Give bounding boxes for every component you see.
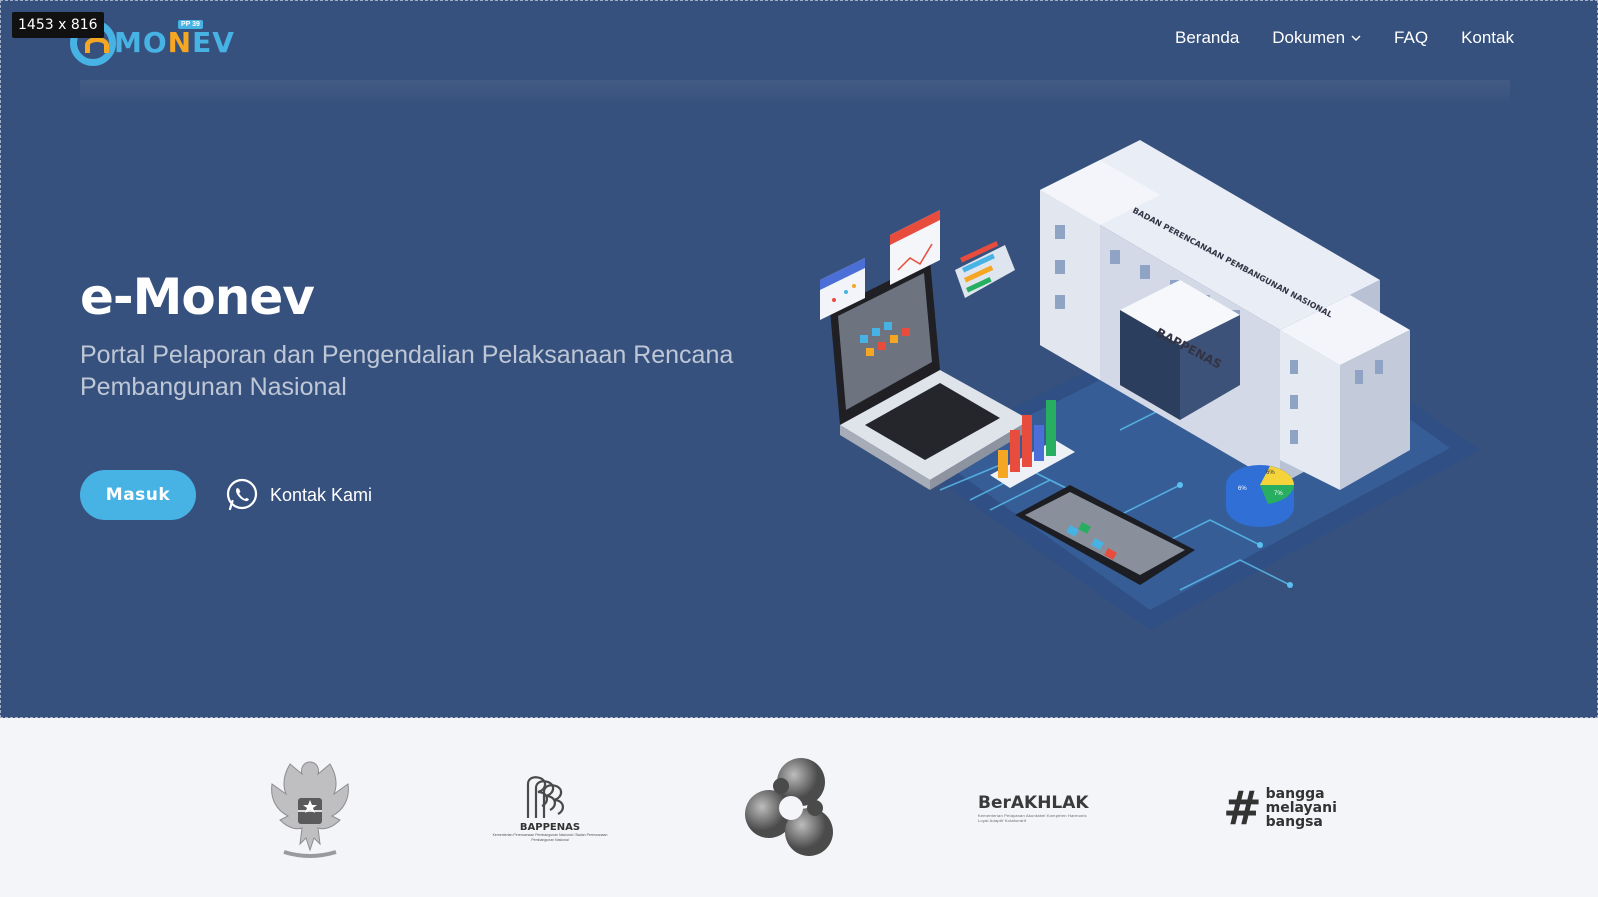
kontak-kami-label: Kontak Kami (270, 484, 373, 505)
main-navigation: Beranda Dokumen FAQ Kontak (1175, 28, 1514, 48)
masuk-button[interactable]: Masuk (80, 470, 196, 520)
nav-item-label: Kontak (1461, 28, 1514, 47)
nav-item-kontak[interactable]: Kontak (1461, 28, 1514, 48)
bangga-word-1: bangga (1265, 786, 1325, 802)
floating-card-bar-chart-illustration (955, 241, 1015, 298)
hero-illustration: BADAN PERENCANAAN PEMBANGUNAN NASIONAL B… (820, 140, 1480, 630)
3d-pie-chart-illustration: 6% 6% 7% (1226, 465, 1294, 527)
logo-wordmark: MONEV (114, 26, 235, 59)
bangga-melayani-bangsa-logo: # bangga melayani bangsa (1220, 748, 1340, 868)
bangga-words: bangga melayani bangsa (1266, 787, 1337, 829)
circles-logo (736, 748, 846, 868)
bangga-word-2: melayani (1265, 800, 1337, 816)
logo-tag: PP 39 (178, 20, 203, 29)
kontak-kami-button[interactable]: Kontak Kami (224, 477, 372, 513)
hero-title: e-Monev (80, 268, 315, 326)
logo-wordmark-mo: MO (114, 26, 168, 59)
hashtag-icon: # (1223, 781, 1262, 835)
berakhlak-content: BerAKHLAK Kementerian Pelayanan Akuntabe… (978, 793, 1098, 823)
whatsapp-icon (226, 478, 258, 511)
bappenas-name: BAPPENAS (519, 821, 581, 833)
dimension-badge: 1453 x 816 (12, 12, 104, 38)
navbar-shadow (80, 80, 1510, 104)
bangga-content: # bangga melayani bangsa (1223, 785, 1337, 831)
pie-label-1: 6% (1266, 470, 1275, 476)
pie-label-2: 6% (1238, 486, 1247, 492)
hero-section: 1453 x 816 MONEV PP 39 Beranda Dokumen F… (0, 0, 1598, 718)
logo-wordmark-n: N (167, 26, 193, 59)
bappenas-emblem-icon (526, 775, 564, 818)
nav-item-label: FAQ (1394, 28, 1429, 47)
nav-item-label: Beranda (1175, 28, 1240, 47)
garuda-pancasila-logo (250, 748, 370, 868)
nav-item-dokumen[interactable]: Dokumen (1272, 28, 1361, 48)
interlocking-circles-icon (745, 758, 833, 856)
logo-wordmark-ev: EV (192, 26, 235, 59)
nav-item-faq[interactable]: FAQ (1394, 28, 1428, 48)
navbar: MONEV PP 39 Beranda Dokumen FAQ Kontak (0, 0, 1598, 82)
nav-item-beranda[interactable]: Beranda (1175, 28, 1239, 48)
berakhlak-logo: BerAKHLAK Kementerian Pelayanan Akuntabe… (978, 748, 1098, 868)
partner-logos-section: BAPPENAS Kementerian Perencanaan Pembang… (0, 718, 1598, 897)
page: 1453 x 816 MONEV PP 39 Beranda Dokumen F… (0, 0, 1598, 897)
pie-label-3: 7% (1274, 491, 1283, 497)
berakhlak-subtitle: Kementerian Pelayanan Akuntabel Kompeten… (978, 813, 1087, 823)
bappenas-logo-content: BAPPENAS Kementerian Perencanaan Pembang… (490, 774, 610, 843)
hero-subtitle: Portal Pelaporan dan Pengendalian Pelaks… (80, 341, 734, 401)
bappenas-subtext: Kementerian Perencanaan Pembangunan Nasi… (492, 832, 608, 842)
nav-item-label: Dokumen (1272, 28, 1346, 47)
berakhlak-title: BerAKHLAK (978, 793, 1089, 813)
garuda-icon (271, 761, 349, 858)
bangga-word-3: bangsa (1265, 814, 1323, 830)
bappenas-logo: BAPPENAS Kementerian Perencanaan Pembang… (490, 748, 610, 868)
chevron-down-icon (1351, 35, 1361, 41)
